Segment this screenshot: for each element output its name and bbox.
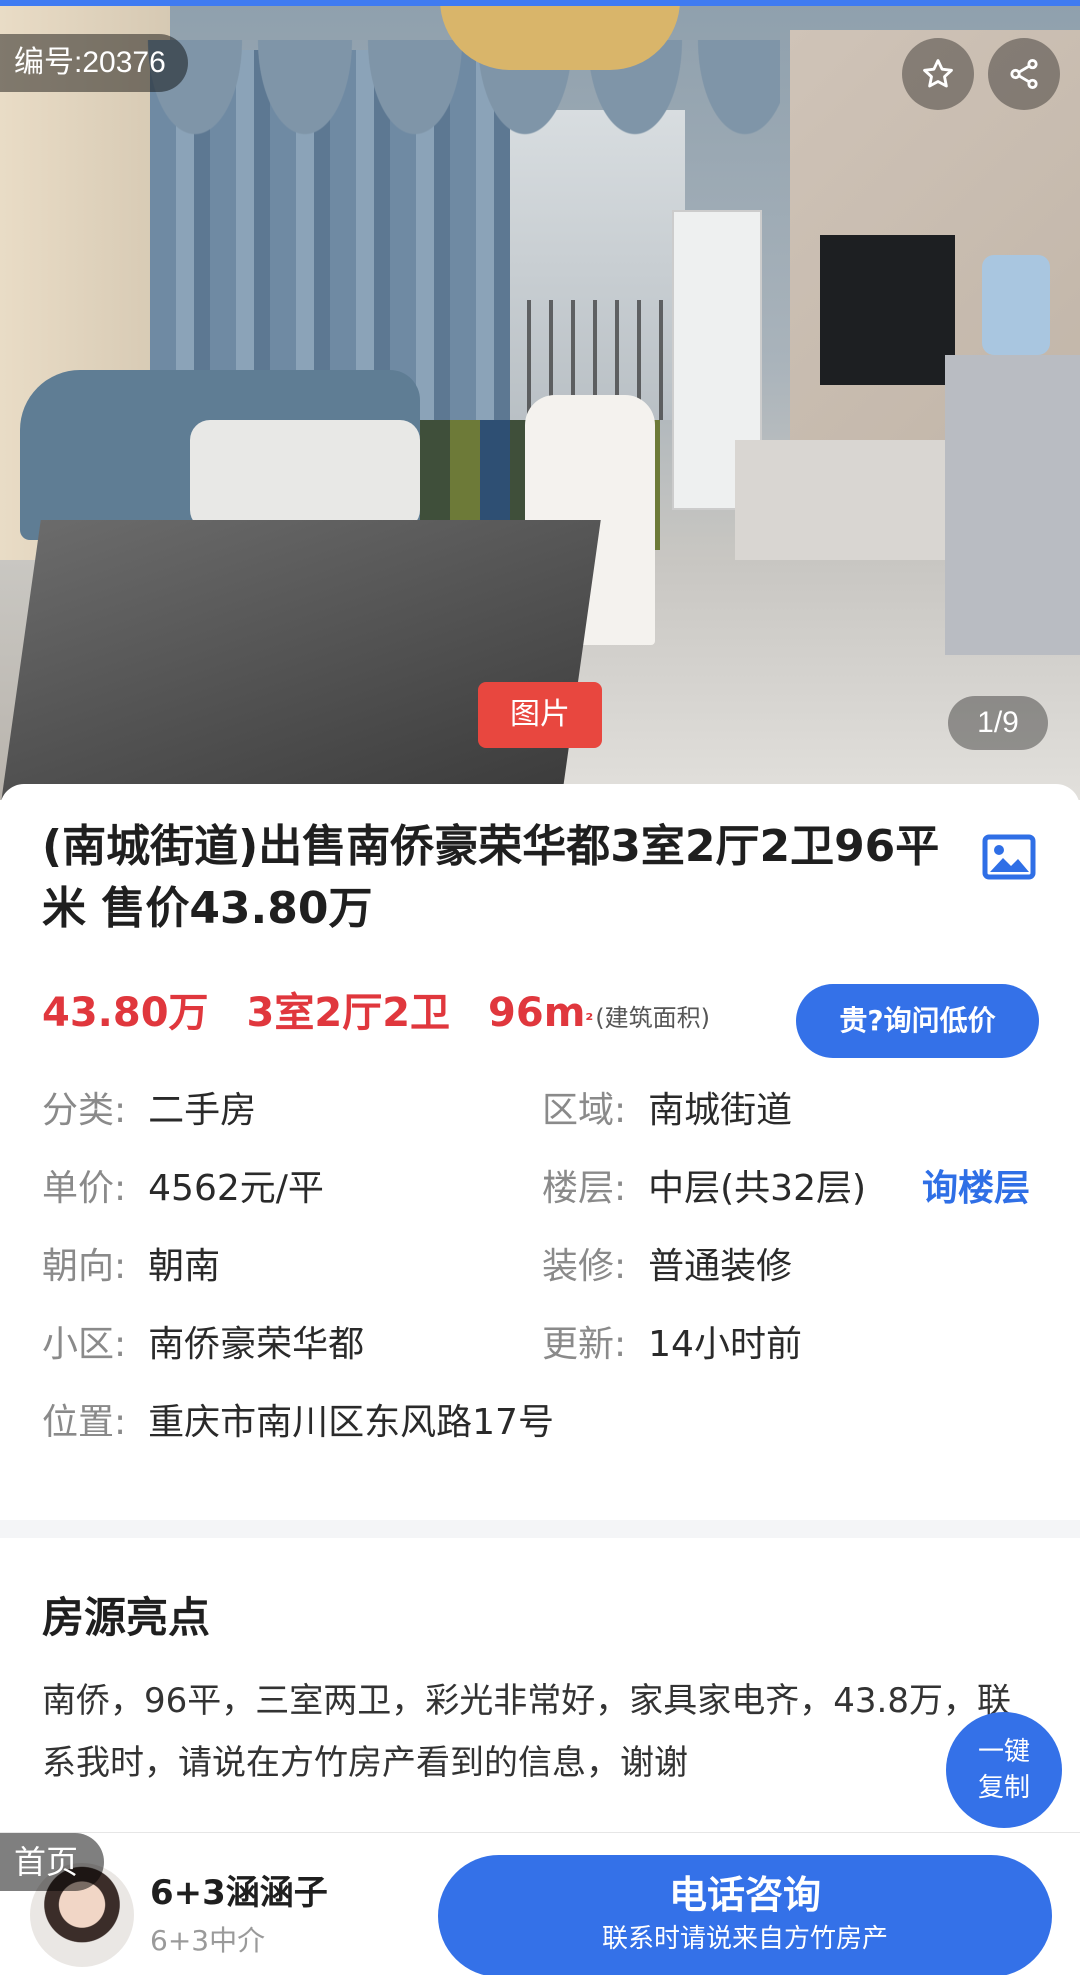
area-note: (建筑面积) bbox=[595, 1004, 710, 1032]
copy-button[interactable]: 一键 复制 bbox=[946, 1712, 1062, 1828]
ask-lower-price-button[interactable]: 贵?询问低价 bbox=[796, 984, 1039, 1058]
star-icon bbox=[923, 59, 953, 88]
highlights-title: 房源亮点 bbox=[42, 1593, 211, 1642]
area-unit-superscript: ² bbox=[585, 1010, 594, 1031]
detail-location: 位置: 重庆市南川区东风路17号 bbox=[42, 1398, 554, 1448]
listing-card: (南城街道)出售南侨豪荣华都3室2厅2卫96平米 售价43.80万 43.80万… bbox=[0, 784, 1080, 1520]
detail-label: 位置: bbox=[42, 1402, 127, 1443]
photo-fridge bbox=[945, 355, 1080, 655]
detail-label: 区域: bbox=[542, 1090, 627, 1131]
detail-value: 朝南 bbox=[148, 1246, 221, 1287]
detail-value: 4562元/平 bbox=[148, 1168, 324, 1209]
detail-category: 分类: 二手房 bbox=[42, 1086, 256, 1136]
detail-label: 楼层: bbox=[542, 1168, 627, 1209]
agent-organization: 6+3中介 bbox=[150, 1924, 266, 1957]
detail-value: 南侨豪荣华都 bbox=[148, 1324, 365, 1365]
image-album-icon[interactable] bbox=[982, 834, 1036, 880]
phone-consult-button[interactable]: 电话咨询 联系时请说来自方竹房产 bbox=[438, 1855, 1052, 1975]
phone-consult-hint: 联系时请说来自方竹房产 bbox=[601, 1924, 888, 1954]
detail-label: 朝向: bbox=[42, 1246, 127, 1287]
detail-label: 装修: bbox=[542, 1246, 627, 1287]
floor-area: 96m bbox=[488, 990, 586, 1036]
photo-tv bbox=[820, 235, 955, 385]
favorite-button[interactable] bbox=[902, 38, 974, 110]
detail-value: 中层(共32层) bbox=[648, 1168, 867, 1209]
detail-floor: 楼层: 中层(共32层) bbox=[542, 1164, 866, 1214]
photo-cushions bbox=[190, 420, 420, 530]
ask-floor-link[interactable]: 询楼层 bbox=[922, 1164, 1030, 1214]
detail-value: 普通装修 bbox=[648, 1246, 793, 1287]
share-icon bbox=[1010, 58, 1038, 90]
highlights-text: 南侨，96平，三室两卫，彩光非常好，家具家电齐，43.8万，联系我时，请说在方竹… bbox=[42, 1681, 1011, 1783]
bottom-contact-bar: 首页 6+3涵涵子 6+3中介 电话咨询 联系时请说来自方竹房产 bbox=[0, 1832, 1080, 1975]
detail-orientation: 朝向: 朝南 bbox=[42, 1242, 220, 1292]
detail-label: 分类: bbox=[42, 1090, 127, 1131]
detail-label: 更新: bbox=[542, 1324, 627, 1365]
detail-value: 重庆市南川区东风路17号 bbox=[148, 1402, 554, 1443]
photo-valance bbox=[140, 40, 780, 150]
price-summary: 43.80万 3室2厅2卫 96m ² (建筑面积) bbox=[42, 980, 710, 1040]
copy-button-line2: 复制 bbox=[977, 1773, 1030, 1803]
detail-value: 南城街道 bbox=[648, 1090, 793, 1131]
detail-value: 二手房 bbox=[148, 1090, 257, 1131]
detail-updated: 更新: 14小时前 bbox=[542, 1320, 802, 1370]
detail-label: 小区: bbox=[42, 1324, 127, 1365]
detail-decoration: 装修: 普通装修 bbox=[542, 1242, 792, 1292]
detail-value: 14小时前 bbox=[648, 1324, 802, 1365]
share-button[interactable] bbox=[988, 38, 1060, 110]
total-price: 43.80万 bbox=[42, 990, 209, 1036]
listing-code-badge: 编号:20376 bbox=[0, 34, 188, 92]
photo-glass-table bbox=[0, 520, 601, 800]
room-layout: 3室2厅2卫 bbox=[246, 990, 451, 1036]
section-divider bbox=[0, 1520, 1080, 1538]
detail-region: 区域: 南城街道 bbox=[542, 1086, 792, 1136]
property-photo[interactable]: 编号:20376 图片 1/9 bbox=[0, 0, 1080, 800]
detail-unit-price: 单价: 4562元/平 bbox=[42, 1164, 324, 1214]
home-button[interactable]: 首页 bbox=[0, 1833, 105, 1891]
listing-title: (南城街道)出售南侨豪荣华都3室2厅2卫96平米 售价43.80万 bbox=[42, 821, 940, 934]
detail-label: 单价: bbox=[42, 1168, 127, 1209]
copy-button-line1: 一键 bbox=[977, 1737, 1030, 1767]
detail-community: 小区: 南侨豪荣华都 bbox=[42, 1320, 364, 1370]
top-accent-line bbox=[0, 0, 1080, 6]
photo-chandelier bbox=[440, 0, 680, 70]
photo-counter: 1/9 bbox=[948, 696, 1048, 750]
photo-tab-tag[interactable]: 图片 bbox=[478, 682, 602, 748]
phone-consult-label: 电话咨询 bbox=[668, 1873, 821, 1917]
agent-name[interactable]: 6+3涵涵子 bbox=[150, 1869, 328, 1917]
photo-water-bottle bbox=[982, 255, 1050, 355]
photo-tv-cabinet bbox=[735, 440, 945, 560]
